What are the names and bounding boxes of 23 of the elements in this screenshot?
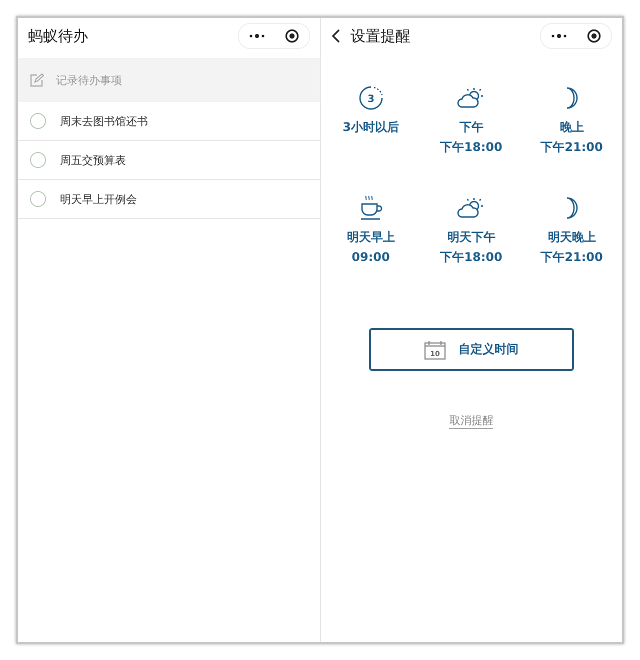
checkbox[interactable]	[30, 152, 46, 168]
todo-input-field[interactable]: 记录待办事项	[54, 72, 308, 88]
reminder-option[interactable]: 明天下午 下午18:00	[421, 190, 522, 266]
sun-cloud-icon	[457, 197, 486, 219]
reminder-option[interactable]: 3 3小时以后	[320, 80, 421, 156]
todo-item[interactable]: 周末去图书馆还书	[18, 102, 320, 141]
more-icon[interactable]	[248, 33, 264, 39]
todo-input-box[interactable]: 记录待办事项	[18, 58, 320, 102]
reminder-option[interactable]: 明天早上 09:00	[320, 190, 421, 266]
reminder-option[interactable]: 晚上 下午21:00	[522, 80, 622, 156]
more-icon[interactable]	[551, 33, 567, 39]
back-icon[interactable]	[330, 29, 340, 43]
sun-cloud-icon	[457, 87, 486, 109]
checkbox[interactable]	[30, 191, 46, 207]
cancel-reminder-link[interactable]: 取消提醒	[449, 413, 494, 429]
reminder-option[interactable]: 明天晚上 下午21:00	[522, 190, 622, 266]
page-title: 设置提醒	[350, 26, 412, 46]
todo-item[interactable]: 明天早上开例会	[18, 180, 320, 219]
app-title: 蚂蚁待办	[28, 26, 89, 46]
reminder-option[interactable]: 下午 下午18:00	[421, 80, 522, 156]
checkbox[interactable]	[30, 113, 46, 129]
edit-icon	[30, 73, 44, 87]
todo-item[interactable]: 周五交预算表	[18, 141, 320, 180]
